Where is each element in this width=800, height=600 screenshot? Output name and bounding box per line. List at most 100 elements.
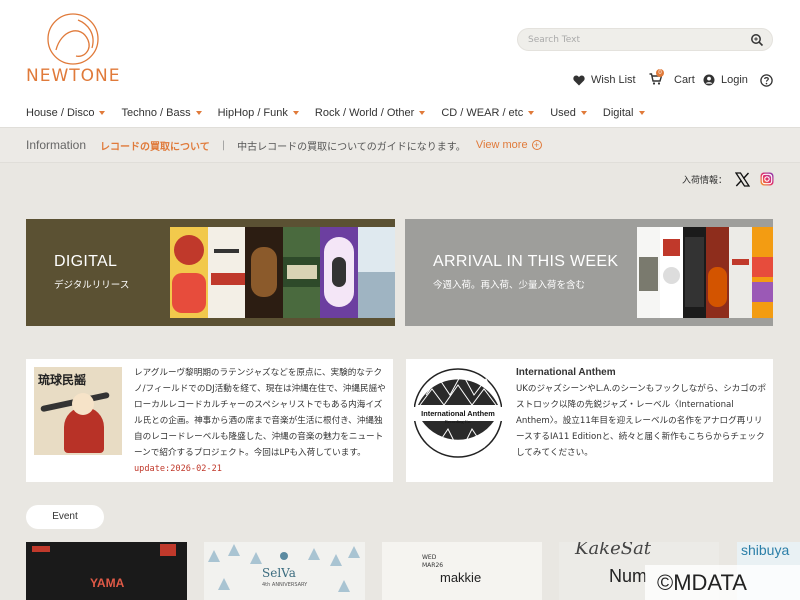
album-cover <box>283 227 320 318</box>
arrival-covers <box>637 227 773 318</box>
event-title: makkie <box>440 570 482 585</box>
card-thumbnail: 琉球民謡 <box>34 367 122 455</box>
event-title: Num <box>609 566 648 586</box>
event-script-title: KakeSat <box>575 542 652 559</box>
cart-link[interactable]: 0 Cart <box>649 68 695 88</box>
social-label: 入荷情報： <box>682 175 728 186</box>
album-cover <box>706 227 729 318</box>
event-title: YAMA <box>90 576 125 590</box>
nav-label: HipHop / Funk <box>217 107 288 119</box>
x-twitter-icon[interactable] <box>735 171 751 187</box>
album-cover <box>729 227 752 318</box>
logo-subtext: Recording Co. <box>445 419 471 424</box>
arrival-subtitle: 今週入荷。再入荷、少量入荷を含む <box>433 280 586 291</box>
wishlist-label: Wish List <box>591 74 636 86</box>
album-cover <box>170 227 208 318</box>
event-title: shibuya <box>741 542 790 558</box>
album-cover <box>683 227 706 318</box>
event-card[interactable]: SelVa 4th ANNIVERSARY <box>204 542 365 600</box>
nav-label: House / Disco <box>26 107 95 119</box>
event-subtitle: 4th ANNIVERSARY <box>262 582 308 588</box>
nav-label: Digital <box>602 107 634 119</box>
nav-hiphop-funk[interactable]: HipHop / Funk <box>218 105 299 121</box>
main-nav: House / Disco Techno / Bass HipHop / Fun… <box>26 105 661 121</box>
card-thumbnail: International Anthem Recording Co. <box>413 365 503 461</box>
album-cover <box>245 227 283 318</box>
help-circle-icon <box>760 73 773 87</box>
thumb-title: 琉球民謡 <box>38 373 87 387</box>
heart-icon <box>573 75 585 85</box>
album-cover <box>320 227 358 318</box>
feature-card-international-anthem[interactable]: International Anthem Recording Co. Inter… <box>406 359 773 482</box>
wishlist-link[interactable]: Wish List <box>573 72 636 88</box>
logo-mark-icon <box>47 13 99 65</box>
album-cover <box>358 227 395 318</box>
digital-banner[interactable]: DIGITAL デジタルリリース <box>26 219 395 326</box>
card-description: UKのジャズシーンやL.A.のシーンもフックしながら、シカゴのポストロック以降の… <box>516 384 767 458</box>
chevron-down-icon <box>580 111 587 115</box>
card-text: レアグルーヴ黎明期のラテンジャズなどを原点に、実験的なテクノ/フィールドでのDJ… <box>134 365 386 477</box>
event-card[interactable]: WED MAR26 makkie <box>382 542 542 600</box>
info-link[interactable]: レコードの買取について <box>100 138 210 153</box>
user-icon <box>703 74 715 86</box>
nav-house-disco[interactable]: House / Disco <box>26 105 106 121</box>
album-cover <box>637 227 660 318</box>
nav-label: CD / WEAR / etc <box>441 107 524 119</box>
cart-count-badge: 0 <box>656 68 664 77</box>
search-icon[interactable] <box>750 33 764 47</box>
cart-label: Cart <box>674 74 695 86</box>
event-title: SelVa <box>262 566 296 580</box>
nav-techno-bass[interactable]: Techno / Bass <box>121 105 202 121</box>
login-link[interactable]: Login <box>703 72 748 88</box>
digital-subtitle: デジタルリリース <box>54 280 130 291</box>
info-label: Information <box>26 138 87 152</box>
instagram-icon[interactable] <box>760 172 774 186</box>
chevron-down-icon <box>419 111 426 115</box>
search-input[interactable] <box>528 32 738 48</box>
social-links: 入荷情報： <box>682 171 774 187</box>
update-date: update:2026-02-21 <box>134 464 222 474</box>
nav-used[interactable]: Used <box>550 105 587 121</box>
info-text: 中古レコードの買取についてのガイドになります。 <box>237 141 466 153</box>
event-card[interactable]: YAMA <box>26 542 187 600</box>
logo-text: International Anthem <box>421 409 495 418</box>
search-bar[interactable] <box>517 28 773 51</box>
logo-text: NEWTONE <box>26 66 121 86</box>
album-cover <box>752 227 773 318</box>
help-button[interactable] <box>760 72 779 88</box>
header: NEWTONE Wish List 0 Cart <box>0 0 800 127</box>
cart-icon-wrap: 0 <box>649 68 668 88</box>
album-cover <box>660 227 683 318</box>
chevron-down-icon <box>195 111 202 115</box>
copyright-watermark: ©MDATA <box>645 565 800 600</box>
nav-cd-wear-etc[interactable]: CD / WEAR / etc <box>441 105 535 121</box>
nav-label: Techno / Bass <box>121 107 191 119</box>
card-description: レアグルーヴ黎明期のラテンジャズなどを原点に、実験的なテクノ/フィールドでのDJ… <box>134 368 386 458</box>
login-label: Login <box>721 74 748 86</box>
chevron-down-icon <box>292 111 299 115</box>
information-bar: Information レコードの買取について | 中古レコードの買取についての… <box>0 127 800 163</box>
view-more-label: View more <box>475 139 528 151</box>
event-tab[interactable]: Event <box>26 505 104 529</box>
nav-label: Used <box>550 107 576 119</box>
info-separator: | <box>221 139 226 151</box>
newtone-logo[interactable]: NEWTONE <box>26 12 120 88</box>
album-cover <box>208 227 245 318</box>
nav-rock-world-other[interactable]: Rock / World / Other <box>314 105 426 121</box>
chevron-down-icon <box>99 111 106 115</box>
chevron-down-icon <box>528 111 535 115</box>
digital-covers <box>170 227 395 318</box>
chevron-down-icon <box>638 111 645 115</box>
view-more-link[interactable]: View more + <box>476 139 542 151</box>
digital-title: DIGITAL <box>54 253 118 270</box>
event-date: MAR26 <box>422 562 444 569</box>
arrival-banner[interactable]: ARRIVAL IN THIS WEEK 今週入荷。再入荷、少量入荷を含む <box>405 219 773 326</box>
feature-card-ryukyu[interactable]: 琉球民謡 レアグルーヴ黎明期のラテンジャズなどを原点に、実験的なテクノ/フィール… <box>26 359 393 482</box>
arrival-title: ARRIVAL IN THIS WEEK <box>433 253 619 270</box>
plus-circle-icon: + <box>531 140 542 150</box>
card-title: International Anthem <box>516 367 616 378</box>
event-day: WED <box>422 554 437 561</box>
nav-label: Rock / World / Other <box>314 107 415 119</box>
geodesic-dome-logo-icon: International Anthem Recording Co. <box>413 368 503 458</box>
nav-digital[interactable]: Digital <box>603 105 645 121</box>
